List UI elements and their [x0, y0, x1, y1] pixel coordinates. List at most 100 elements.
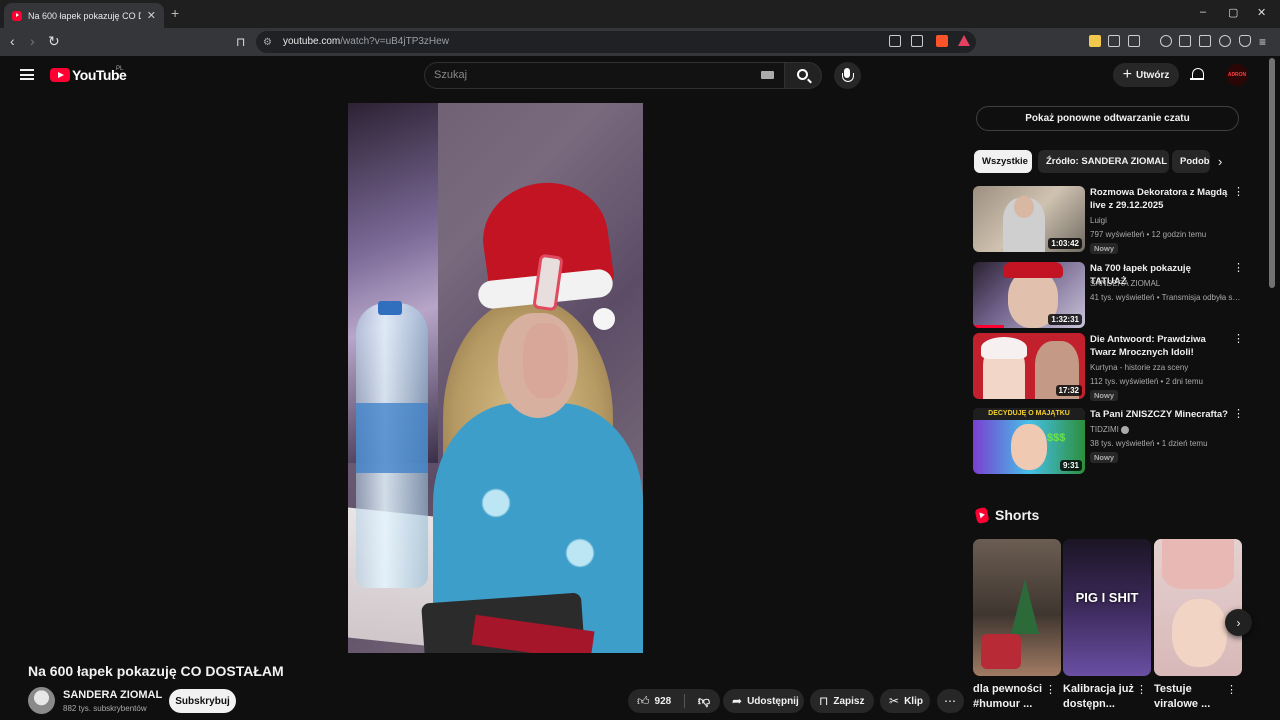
- keyboard-icon[interactable]: [761, 71, 774, 79]
- recommendation-title[interactable]: Die Antwoord: Prawdziwa Twarz Mrocznych …: [1090, 333, 1228, 359]
- share-arrow-icon: ➦: [732, 694, 743, 708]
- subscribe-button[interactable]: Subskrybuj: [169, 689, 236, 713]
- shorts-next-arrow-icon[interactable]: ›: [1225, 609, 1252, 636]
- recommendation-title[interactable]: Rozmowa Dekoratora z Magdą live z 29.12.…: [1090, 186, 1228, 212]
- brave-rewards-icon[interactable]: [958, 35, 970, 46]
- url-host: youtube.com: [283, 36, 341, 47]
- chip-all[interactable]: Wszystkie: [974, 150, 1032, 173]
- chevron-right-icon[interactable]: ›: [1218, 154, 1222, 169]
- tab-close-icon[interactable]: ✕: [147, 9, 156, 22]
- recommendation-thumbnail[interactable]: 17:32: [973, 333, 1085, 399]
- thumbnail-overlay-text: PIG I SHIT: [1075, 590, 1139, 605]
- notifications-bell-icon[interactable]: [1190, 67, 1204, 82]
- brave-shields-icon[interactable]: [936, 35, 948, 47]
- page-scrollbar[interactable]: [1269, 58, 1275, 288]
- hamburger-menu-icon[interactable]: [20, 69, 34, 80]
- recommendation-item[interactable]: 17:32 Die Antwoord: Prawdziwa Twarz Mroc…: [973, 333, 1244, 401]
- more-options-icon[interactable]: ⋮: [1045, 685, 1056, 696]
- channel-avatar[interactable]: [28, 687, 55, 714]
- media-icon[interactable]: [1160, 35, 1172, 47]
- voice-search-mic-icon[interactable]: [834, 62, 861, 89]
- recommendation-meta: 112 tys. wyświetleń • 2 dni temu: [1090, 377, 1203, 386]
- bookmark-icon[interactable]: ⊓: [236, 34, 245, 50]
- video-duration: 17:32: [1055, 385, 1082, 396]
- recommendation-thumbnail[interactable]: 1:32:31: [973, 262, 1085, 328]
- open-in-app-icon[interactable]: [889, 35, 901, 47]
- browser-tab-bar: Na 600 łapek pokazuję CO DOSTAŁAM ✕ + – …: [0, 0, 1280, 28]
- share-page-icon[interactable]: [911, 35, 923, 47]
- recommendation-thumbnail[interactable]: 1:03:42: [973, 186, 1085, 252]
- bookmark-save-icon: ⊓: [819, 694, 829, 708]
- recommendation-item[interactable]: 1:03:42 Rozmowa Dekoratora z Magdą live …: [973, 186, 1244, 254]
- recommendation-thumbnail[interactable]: DECYDUJĘ O MAJĄTKU $$$ 9:31: [973, 408, 1085, 474]
- more-actions-icon[interactable]: ⋯: [937, 689, 964, 713]
- screenshot-icon[interactable]: [1128, 35, 1140, 47]
- video-player[interactable]: [348, 103, 643, 653]
- maximize-button[interactable]: ▢: [1228, 6, 1238, 19]
- browser-menu-icon[interactable]: ≡: [1259, 34, 1266, 50]
- save-button[interactable]: ⊓ Zapisz: [810, 689, 874, 713]
- shorts-logo-icon: [974, 506, 990, 525]
- short-thumbnail[interactable]: PIG I SHIT: [1063, 539, 1151, 676]
- recommendation-item[interactable]: DECYDUJĘ O MAJĄTKU $$$ 9:31 Ta Pani ZNIS…: [973, 408, 1244, 474]
- dislike-button[interactable]: 👎︎: [688, 689, 720, 713]
- recommendation-channel[interactable]: Kurtyna - historie zza sceny: [1090, 363, 1188, 372]
- more-options-icon[interactable]: ⋮: [1233, 263, 1244, 274]
- scissors-icon: ✂: [889, 694, 900, 708]
- recommendation-title[interactable]: Ta Pani ZNISZCZY Minecrafta?: [1090, 408, 1228, 421]
- search-button[interactable]: [784, 62, 822, 89]
- search-input[interactable]: [434, 66, 734, 84]
- wallet-icon[interactable]: [1199, 35, 1211, 47]
- plus-icon: +: [1122, 66, 1132, 83]
- share-button[interactable]: ➦ Udostępnij: [723, 689, 804, 713]
- short-title[interactable]: Testuje viralowe ...: [1154, 682, 1229, 712]
- short-title[interactable]: dla pewności #humour ...: [973, 682, 1048, 712]
- recommendation-meta: 797 wyświetleń • 12 godzin temu: [1090, 230, 1207, 239]
- recommendation-item[interactable]: 1:32:31 Na 700 łapek pokazuję TATUAŻ SAN…: [973, 262, 1244, 328]
- recommendation-channel-row[interactable]: TIDZIMI: [1090, 425, 1129, 434]
- minimize-button[interactable]: –: [1200, 6, 1206, 18]
- watch-progress-bar: [973, 325, 1005, 328]
- video-duration: 1:03:42: [1048, 238, 1082, 249]
- youtube-favicon-icon: [12, 10, 22, 21]
- youtube-logo[interactable]: YouTube: [50, 67, 127, 83]
- sidebar-toggle-icon[interactable]: [1179, 35, 1191, 47]
- like-count: 928: [654, 695, 672, 707]
- create-button[interactable]: + Utwórz: [1113, 63, 1179, 87]
- youtube-play-icon: [50, 68, 70, 82]
- like-button[interactable]: 👍︎ 928: [628, 689, 684, 713]
- more-options-icon[interactable]: ⋮: [1233, 409, 1244, 420]
- chip-similar[interactable]: Podobne: [1172, 150, 1210, 173]
- leo-ai-icon[interactable]: [1219, 35, 1231, 47]
- video-duration: 1:32:31: [1048, 314, 1082, 325]
- thumbnail-gift: [981, 634, 1021, 669]
- video-hand: [523, 323, 568, 398]
- close-window-button[interactable]: ✕: [1257, 6, 1266, 19]
- short-title[interactable]: Kalibracja już dostępn...: [1063, 682, 1138, 712]
- subscriber-count: 882 tys. subskrybentów: [63, 704, 147, 713]
- site-info-icon[interactable]: ⚙: [263, 35, 272, 51]
- chip-source-channel[interactable]: Źródło: SANDERA ZIOMAL: [1038, 150, 1169, 173]
- more-options-icon[interactable]: ⋮: [1233, 334, 1244, 345]
- channel-name[interactable]: SANDERA ZIOMAL: [63, 689, 162, 701]
- more-options-icon[interactable]: ⋮: [1226, 685, 1237, 696]
- back-icon[interactable]: ‹: [10, 33, 15, 49]
- recommendation-channel[interactable]: Luigi: [1090, 216, 1107, 225]
- more-options-icon[interactable]: ⋮: [1136, 685, 1147, 696]
- extension-icon[interactable]: [1089, 35, 1101, 47]
- account-avatar[interactable]: ADRON: [1226, 64, 1248, 86]
- thumbnail-face: [1172, 599, 1227, 667]
- vpn-icon[interactable]: [1239, 35, 1251, 47]
- short-thumbnail[interactable]: [973, 539, 1061, 676]
- reload-icon[interactable]: ↻: [48, 33, 60, 49]
- extensions-puzzle-icon[interactable]: [1108, 35, 1120, 47]
- recommendation-channel[interactable]: SANDERA ZIOMAL: [1090, 279, 1160, 288]
- url-text: youtube.com/watch?v=uB4jTP3zHew: [283, 36, 449, 47]
- new-tab-button[interactable]: +: [171, 5, 179, 21]
- forward-icon[interactable]: ›: [30, 33, 35, 49]
- browser-tab[interactable]: Na 600 łapek pokazuję CO DOSTAŁAM ✕: [4, 3, 164, 28]
- short-thumbnail[interactable]: [1154, 539, 1242, 676]
- show-chat-replay-button[interactable]: Pokaż ponowne odtwarzanie czatu: [976, 106, 1239, 131]
- clip-button[interactable]: ✂ Klip: [880, 689, 930, 713]
- more-options-icon[interactable]: ⋮: [1233, 187, 1244, 198]
